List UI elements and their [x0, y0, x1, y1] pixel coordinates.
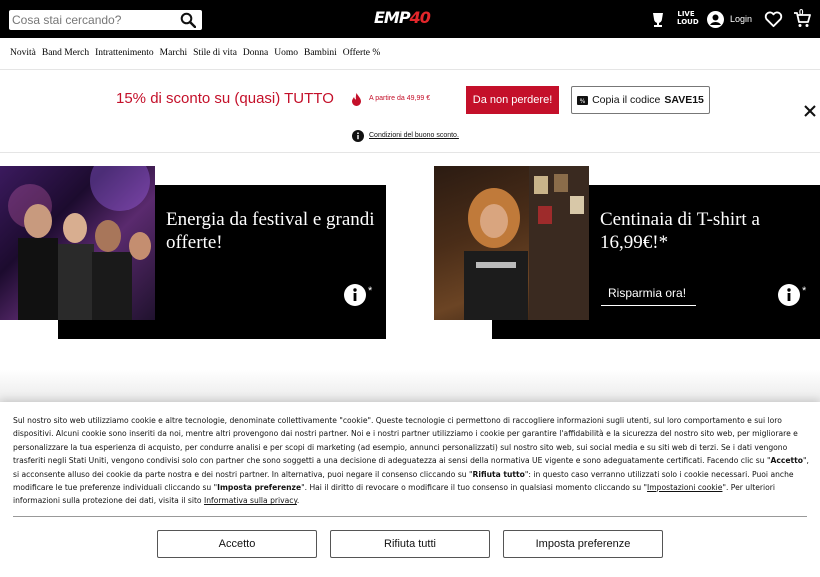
- fire-icon: [352, 93, 361, 106]
- festival-photo-art: [8, 166, 151, 320]
- logo-main: EMP: [374, 8, 411, 27]
- festival-banner-title: Energia da festival e grandi offerte!: [166, 209, 375, 253]
- live-loud-icon[interactable]: LIVE LOUD: [677, 10, 699, 30]
- nav-divider: [0, 69, 820, 70]
- club-icon[interactable]: [650, 11, 666, 29]
- reject-cookies-button[interactable]: Rifiuta tutti: [330, 530, 490, 558]
- copy-code-label: Copia il codice: [592, 94, 661, 106]
- info-icon[interactable]: [778, 284, 800, 306]
- cookie-settings-link[interactable]: Impostazioni cookie: [647, 483, 722, 492]
- nav-item-intrattenimento[interactable]: Intrattenimento: [95, 48, 154, 58]
- user-icon[interactable]: [707, 11, 724, 28]
- heart-icon[interactable]: [764, 11, 783, 28]
- loud-label: LOUD: [677, 18, 699, 26]
- logo-anniversary: 40: [409, 8, 431, 27]
- search-box[interactable]: [9, 10, 202, 30]
- cookie-preferences-button[interactable]: Imposta preferenze: [503, 530, 663, 558]
- login-link[interactable]: Login: [730, 14, 752, 24]
- promo-cta-button[interactable]: Da non perdere!: [466, 86, 559, 114]
- cookie-consent-panel: Sul nostro sito web utilizziamo cookie e…: [0, 402, 820, 577]
- nav-item-novita[interactable]: Novità: [10, 48, 36, 58]
- svg-text:%: %: [580, 98, 586, 105]
- promo-subtitle: A partire da 49,99 €: [369, 95, 431, 102]
- info-icon[interactable]: [344, 284, 366, 306]
- tshirt-photo[interactable]: [434, 166, 589, 320]
- nav-item-stile-di-vita[interactable]: Stile di vita: [193, 48, 237, 58]
- nav-item-donna[interactable]: Donna: [243, 48, 268, 58]
- cart-count-badge: 0: [799, 8, 804, 17]
- emp-logo[interactable]: EMP40: [374, 8, 446, 30]
- cookie-accept-word: Accetto: [770, 456, 803, 466]
- search-icon[interactable]: [180, 12, 196, 28]
- live-label: LIVE: [677, 10, 695, 18]
- info-icon: [352, 130, 364, 142]
- coupon-icon: %: [577, 95, 589, 105]
- nav-item-band-merch[interactable]: Band Merch: [42, 48, 89, 58]
- cookie-text-part: ". Hai il diritto di revocare o modifica…: [301, 483, 648, 493]
- nav-item-offerte[interactable]: Offerte %: [343, 48, 381, 58]
- cookie-overlay-fade: [0, 370, 820, 402]
- tshirt-photo-art: [464, 166, 589, 320]
- search-input[interactable]: [12, 12, 172, 28]
- tshirt-asterisk: *: [802, 285, 807, 297]
- cookie-text-part: Sul nostro sito web utilizziamo cookie e…: [13, 416, 798, 466]
- festival-photo[interactable]: [0, 166, 155, 320]
- cookie-reject-word: Rifiuta tutto: [472, 469, 525, 479]
- cookie-divider: [13, 516, 807, 517]
- tshirt-banner-title: Centinaia di T-shirt a 16,99€!*: [600, 209, 760, 253]
- cookie-prefs-word: Imposta preferenze: [217, 483, 302, 493]
- accept-cookies-button[interactable]: Accetto: [157, 530, 317, 558]
- nav-item-marchi[interactable]: Marchi: [160, 48, 187, 58]
- top-header: EMP40 LIVE LOUD Login 0: [0, 0, 820, 38]
- close-icon[interactable]: [803, 104, 817, 118]
- nav-item-bambini[interactable]: Bambini: [304, 48, 337, 58]
- voucher-conditions-link[interactable]: Condizioni del buono sconto.: [369, 132, 459, 139]
- privacy-policy-link[interactable]: Informativa sulla privacy: [204, 496, 297, 505]
- promo-divider: [0, 152, 820, 153]
- promo-title: 15% di sconto su (quasi) TUTTO: [116, 90, 334, 107]
- promo-code: SAVE15: [664, 94, 704, 106]
- copy-code-button[interactable]: % Copia il codice SAVE15: [571, 86, 710, 114]
- festival-asterisk: *: [368, 285, 373, 297]
- save-now-link[interactable]: Risparmia ora!: [601, 286, 696, 306]
- cookie-text: Sul nostro sito web utilizziamo cookie e…: [13, 414, 813, 508]
- main-nav: Novità Band Merch Intrattenimento Marchi…: [10, 48, 386, 58]
- nav-item-uomo[interactable]: Uomo: [274, 48, 298, 58]
- cookie-text-part: .: [296, 496, 300, 506]
